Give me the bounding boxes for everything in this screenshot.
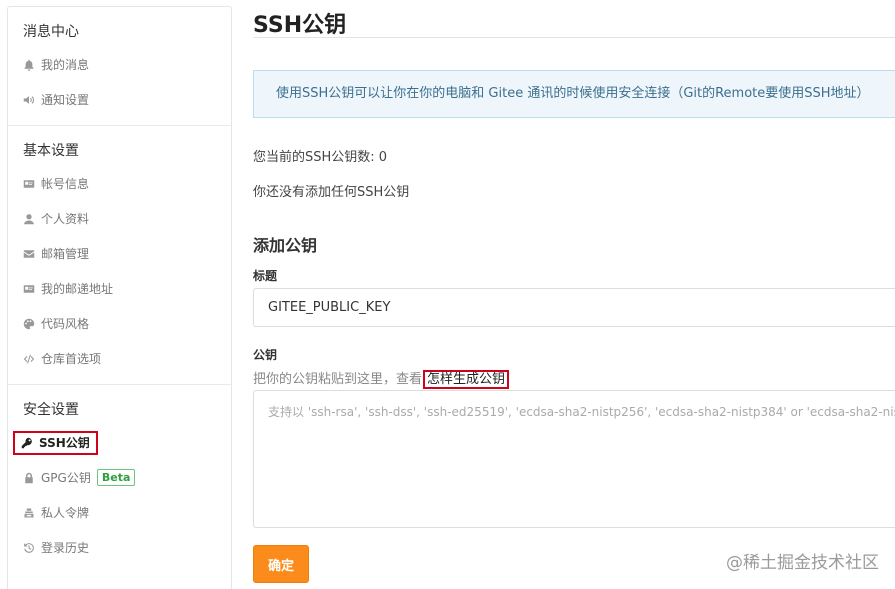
settings-sidebar: 消息中心 我的消息 通知设置 基本设置 帐号信息 个人资料 邮箱管理 我的邮递地… [7,6,232,589]
id-card-icon [22,177,35,190]
bell-icon [22,58,35,71]
token-icon [22,506,35,519]
sidebar-item-label: 邮箱管理 [41,247,90,261]
info-message: 使用SSH公钥可以让你在你的电脑和 Gitee 通讯的时候使用安全连接（Git的… [253,70,895,118]
sidebar-item-code-style[interactable]: 代码风格 [8,306,231,341]
add-key-heading: 添加公钥 [253,236,318,255]
sidebar-item-gpg-keys[interactable]: GPG公钥 Beta [8,460,231,495]
sidebar-item-label: GPG公钥 [41,471,91,485]
page-title: SSH公钥 [253,0,895,38]
sidebar-item-account[interactable]: 帐号信息 [8,166,231,201]
sidebar-section-title: 基本设置 [23,143,79,159]
title-input[interactable]: GITEE_PUBLIC_KEY [253,288,895,327]
sidebar-item-label: SSH公钥 [39,436,90,450]
title-label: 标题 [253,269,278,283]
sidebar-item-ssh-keys[interactable]: SSH公钥 [8,425,231,460]
speaker-icon [22,93,35,106]
sidebar-item-label: 登录历史 [41,541,90,555]
sidebar-item-label: 帐号信息 [41,177,90,191]
code-icon [22,352,35,365]
sidebar-item-profile[interactable]: 个人资料 [8,201,231,236]
beta-badge: Beta [96,469,136,486]
sidebar-item-my-messages[interactable]: 我的消息 [8,47,231,82]
empty-state-text: 你还没有添加任何SSH公钥 [253,185,410,200]
sidebar-item-repo-prefs[interactable]: 仓库首选项 [8,341,231,376]
sidebar-item-label: 代码风格 [41,317,90,331]
active-highlight-box: SSH公钥 [13,430,98,455]
address-card-icon [22,282,35,295]
main-content: SSH公钥 使用SSH公钥可以让你在你的电脑和 Gitee 通讯的时候使用安全连… [253,0,895,589]
ssh-key-count: 您当前的SSH公钥数: 0 [253,150,388,165]
sidebar-item-label: 我的消息 [41,58,90,72]
user-icon [22,212,35,225]
key-label: 公钥 [253,348,278,362]
sidebar-section-security: 安全设置 SSH公钥 GPG公钥 Beta 私人令牌 登录历史 [8,385,231,573]
sidebar-item-label: 仓库首选项 [41,352,102,366]
sidebar-item-label: 个人资料 [41,212,90,226]
sidebar-section-basic: 基本设置 帐号信息 个人资料 邮箱管理 我的邮递地址 代码风格 仓库首选项 [8,126,231,385]
sidebar-item-label: 我的邮递地址 [41,282,114,296]
public-key-textarea[interactable]: 支持以 'ssh-rsa', 'ssh-dss', 'ssh-ed25519',… [253,390,895,528]
sidebar-item-email[interactable]: 邮箱管理 [8,236,231,271]
sidebar-item-label: 私人令牌 [41,506,90,520]
how-to-generate-key-link[interactable]: 怎样生成公钥 [423,370,510,389]
key-icon [20,436,33,449]
sidebar-section-title: 安全设置 [23,402,79,418]
sidebar-item-address[interactable]: 我的邮递地址 [8,271,231,306]
lock-icon [22,471,35,484]
watermark: @稀土掘金技术社区 [726,553,879,573]
sidebar-item-tokens[interactable]: 私人令牌 [8,495,231,530]
key-help: 把你的公钥粘贴到这里，查看 怎样生成公钥 [253,368,510,389]
palette-icon [22,317,35,330]
envelope-icon [22,247,35,260]
sidebar-item-notify-settings[interactable]: 通知设置 [8,82,231,117]
key-help-text: 把你的公钥粘贴到这里，查看 [253,372,423,387]
sidebar-item-login-history[interactable]: 登录历史 [8,530,231,565]
sidebar-section-title: 消息中心 [23,24,79,40]
confirm-button[interactable]: 确定 [253,545,309,583]
sidebar-item-label: 通知设置 [41,93,90,107]
sidebar-section-messages: 消息中心 我的消息 通知设置 [8,7,231,126]
history-icon [22,541,35,554]
